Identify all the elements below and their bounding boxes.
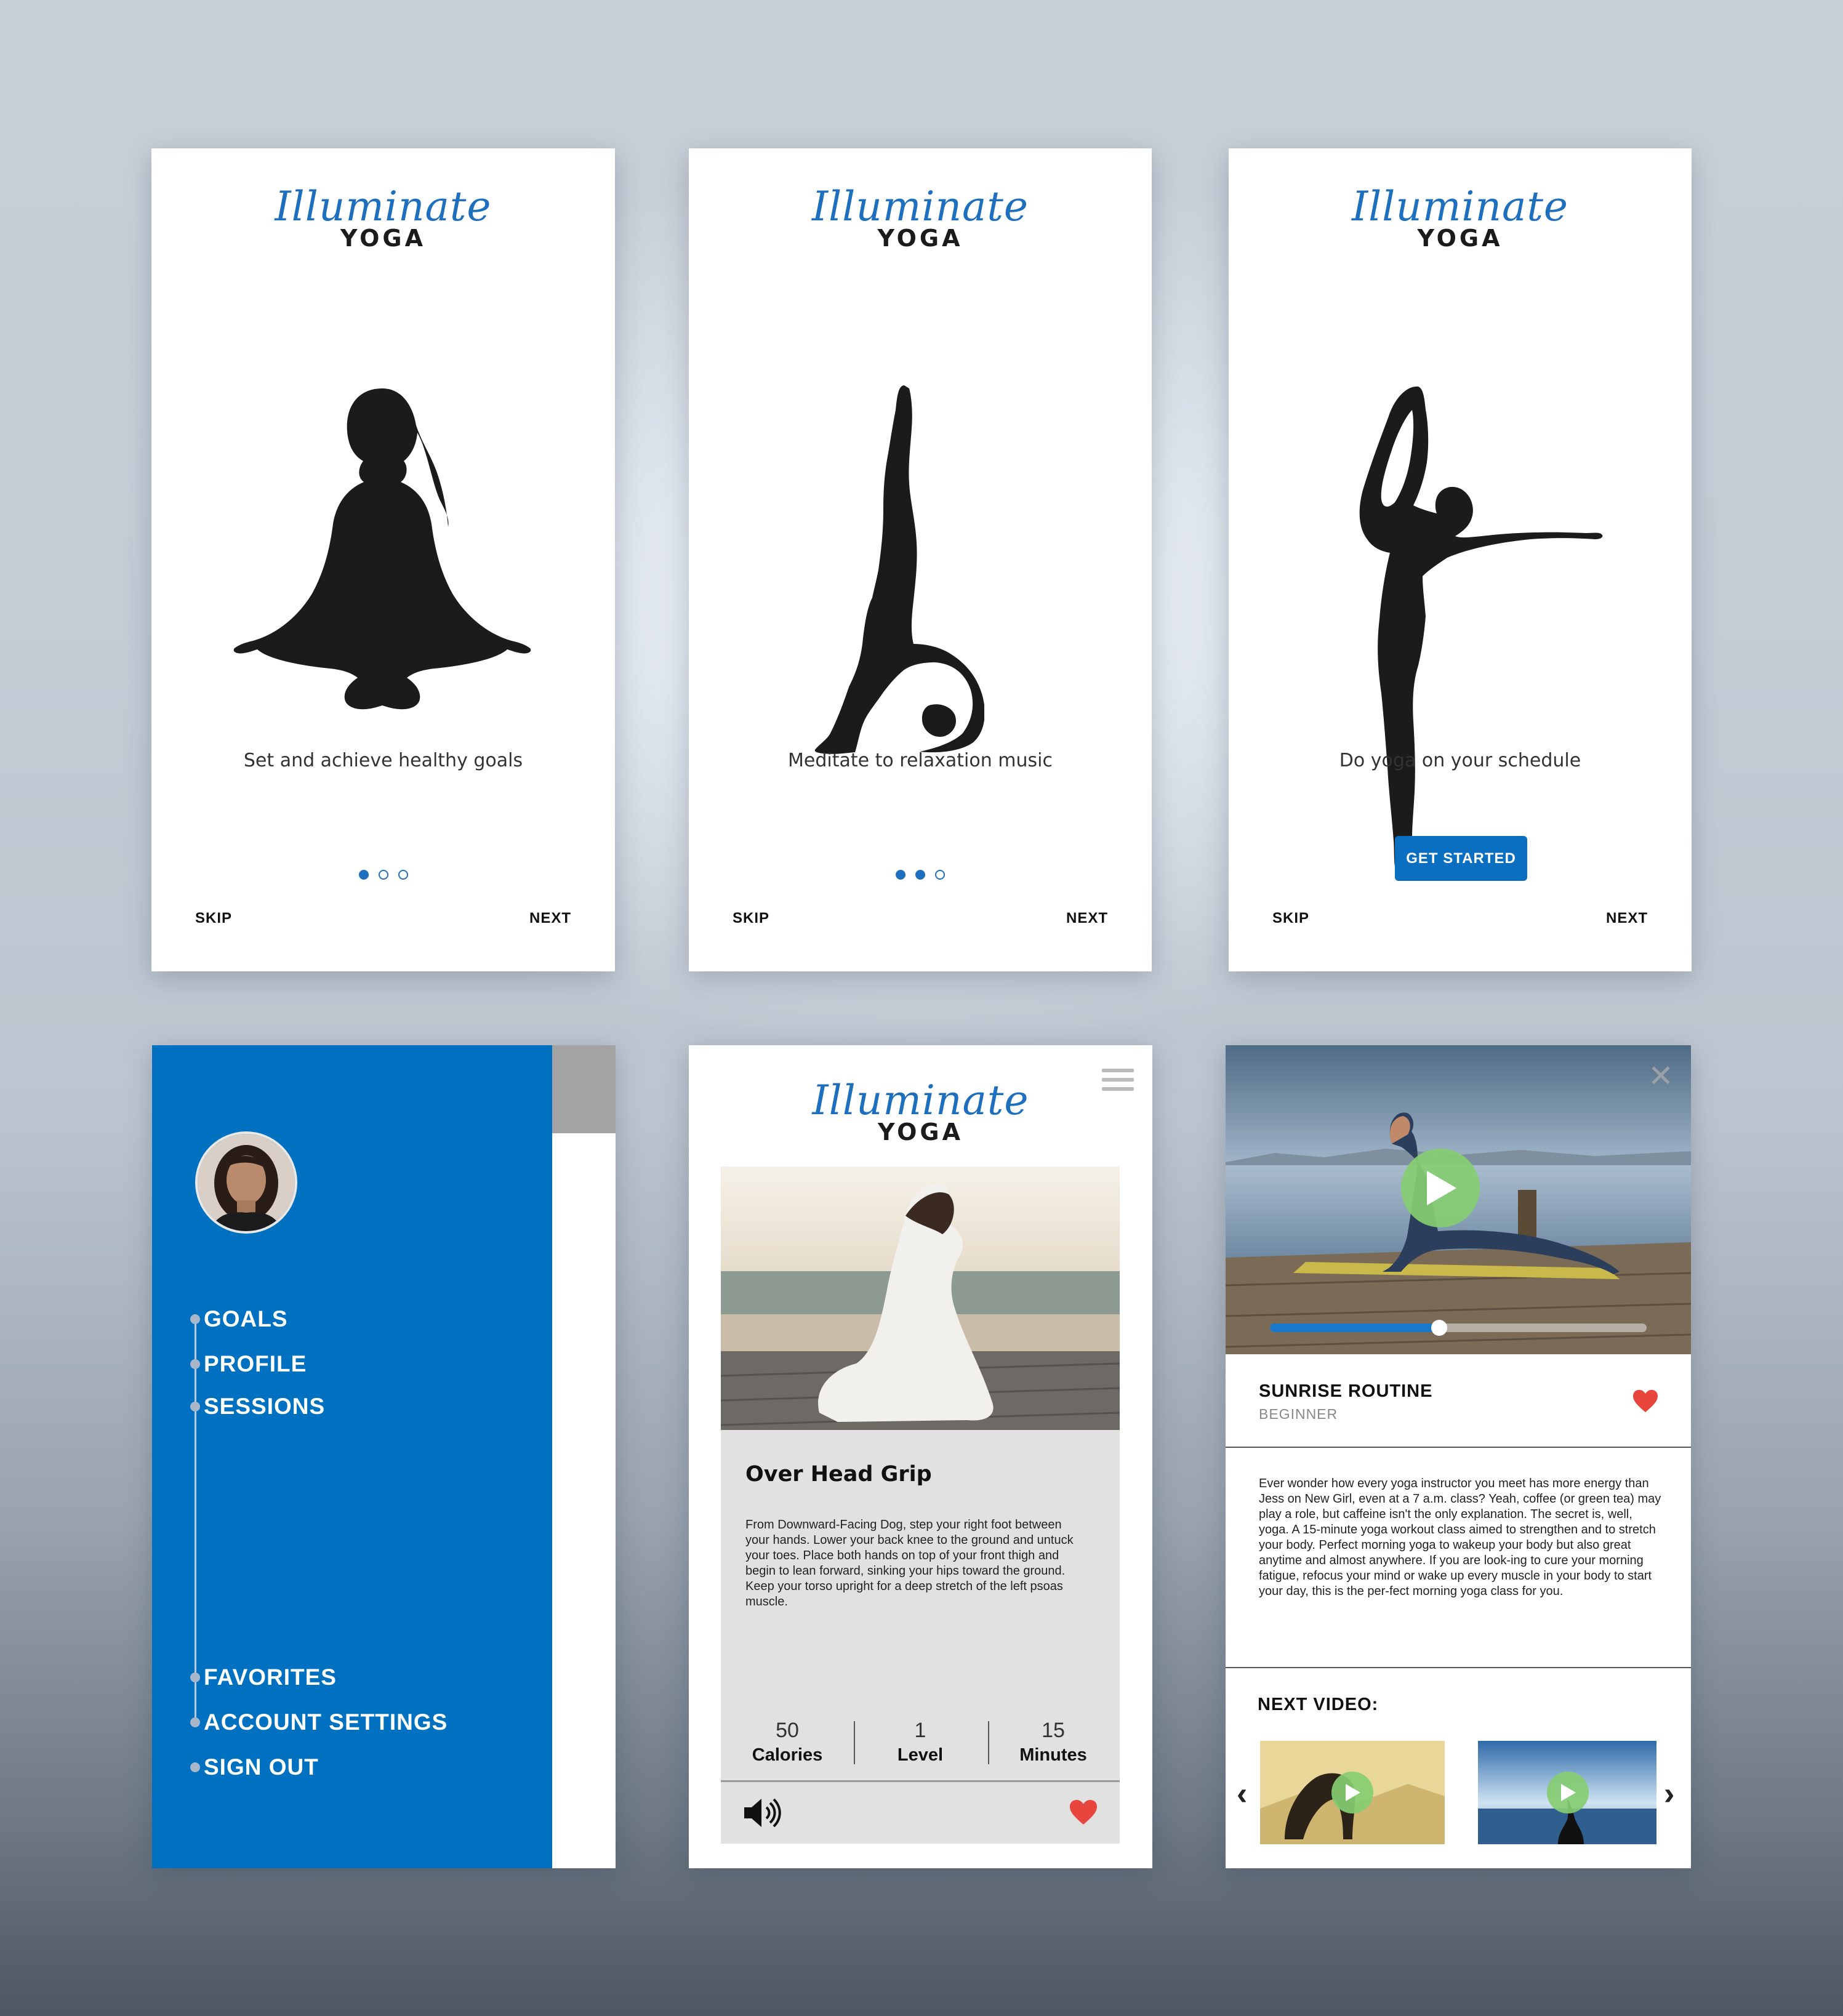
stat-label: Minutes — [1019, 1745, 1087, 1765]
logo-script: Illuminate — [812, 1077, 1029, 1124]
next-button[interactable]: NEXT — [1066, 910, 1108, 927]
logo-script: Illuminate — [275, 183, 492, 230]
next-video-thumbnail-1[interactable] — [1260, 1741, 1445, 1844]
menu-icon[interactable] — [1102, 1069, 1134, 1093]
pager-dot-2[interactable] — [915, 870, 925, 880]
lotus-pose-illustration — [233, 388, 531, 710]
stat-level: 1 Level — [854, 1719, 987, 1765]
heart-icon[interactable] — [1632, 1389, 1659, 1413]
logo-word: YOGA — [340, 225, 427, 252]
next-video-thumbnail-2[interactable] — [1478, 1741, 1656, 1844]
routine-level: BEGINNER — [1259, 1406, 1338, 1422]
onboarding-caption: Do yoga on your schedule — [1339, 750, 1581, 771]
routine-title: SUNRISE ROUTINE — [1259, 1381, 1433, 1401]
play-icon[interactable] — [1547, 1772, 1589, 1813]
divider — [1226, 1667, 1691, 1668]
onboarding-caption: Meditate to relaxation music — [788, 750, 1053, 771]
pager-dot-3[interactable] — [935, 870, 945, 880]
onboarding-screen-3: Illuminate YOGA Do yoga on your schedule… — [1229, 148, 1692, 971]
pose-detail-screen: Illuminate YOGA Over Head Grip From Down… — [689, 1045, 1152, 1868]
menu-item-goals[interactable]: GOALS — [190, 1306, 288, 1332]
menu-bullet — [190, 1314, 200, 1324]
scorpion-pose-illustration — [814, 385, 984, 754]
chevron-right-icon[interactable]: › — [1664, 1778, 1674, 1810]
logo-script: Illuminate — [812, 183, 1029, 230]
stat-value: 1 — [914, 1719, 926, 1742]
next-button[interactable]: NEXT — [529, 910, 571, 927]
menu-item-label: GOALS — [204, 1306, 288, 1331]
onboarding-screen-2: Illuminate YOGA Meditate to relaxation m… — [689, 148, 1152, 971]
next-button[interactable]: NEXT — [1606, 910, 1648, 927]
next-video-label: NEXT VIDEO: — [1258, 1695, 1379, 1714]
pose-description: From Downward-Facing Dog, step your righ… — [745, 1518, 1074, 1608]
menu-item-label: PROFILE — [204, 1351, 307, 1376]
menu-bullet — [190, 1359, 200, 1369]
menu-item-sessions[interactable]: SESSIONS — [190, 1394, 325, 1420]
onboarding-screen-1: Illuminate YOGA Set and achieve healthy … — [151, 148, 615, 971]
menu-item-label: SIGN OUT — [204, 1754, 319, 1780]
pager-dot-3[interactable] — [398, 870, 408, 880]
menu-bullet — [190, 1717, 200, 1727]
divider — [1226, 1447, 1691, 1448]
avatar[interactable] — [195, 1131, 297, 1234]
stat-label: Calories — [752, 1745, 823, 1765]
pager-dot-1[interactable] — [896, 870, 905, 880]
skip-button[interactable]: SKIP — [1272, 910, 1309, 927]
logo-script: Illuminate — [1352, 183, 1568, 230]
pager-dot-1[interactable] — [358, 870, 369, 880]
logo-word: YOGA — [1417, 225, 1503, 252]
app-logo: Illuminate YOGA — [689, 185, 1152, 251]
menu-item-account-settings[interactable]: ACCOUNT SETTINGS — [190, 1709, 448, 1735]
routine-description: Ever wonder how every yoga instructor yo… — [1259, 1477, 1661, 1598]
card-divider — [721, 1780, 1120, 1782]
menu-item-label: SESSIONS — [204, 1394, 326, 1419]
chevron-left-icon[interactable]: ‹ — [1237, 1778, 1247, 1810]
play-icon[interactable] — [1401, 1149, 1480, 1227]
pose-stats — [721, 1824, 1120, 1868]
menu-item-favorites[interactable]: FAVORITES — [190, 1665, 337, 1690]
menu-item-label: ACCOUNT SETTINGS — [204, 1709, 448, 1735]
pager-dot-2[interactable] — [378, 870, 388, 880]
onboarding-caption: Set and achieve healthy goals — [243, 750, 523, 771]
skip-button[interactable]: SKIP — [195, 910, 232, 927]
menu-bullet — [190, 1673, 200, 1682]
stat-calories: 50 Calories — [721, 1719, 854, 1765]
video-player-screen: ✕ SUNRISE ROUTINE BEGINNER Ever wonder h… — [1226, 1045, 1691, 1868]
side-menu-screen: GOALS PROFILE SESSIONS FAVORITES ACCOUNT… — [152, 1045, 616, 1868]
skip-button[interactable]: SKIP — [733, 910, 769, 927]
pager-dots[interactable] — [689, 870, 1152, 883]
pager-dots[interactable] — [151, 870, 615, 883]
menu-bullet — [190, 1762, 200, 1772]
stat-value: 15 — [1042, 1719, 1065, 1742]
app-logo: Illuminate YOGA — [151, 185, 615, 251]
get-started-button[interactable]: GET STARTED — [1395, 836, 1527, 881]
close-icon[interactable]: ✕ — [1648, 1061, 1674, 1091]
stat-value: 50 — [776, 1719, 799, 1742]
menu-bullet — [190, 1402, 200, 1412]
heart-icon[interactable] — [1069, 1799, 1098, 1826]
menu-item-profile[interactable]: PROFILE — [190, 1351, 307, 1377]
stat-minutes: 15 Minutes — [987, 1719, 1120, 1765]
speaker-icon[interactable] — [743, 1796, 782, 1829]
play-icon[interactable] — [1331, 1772, 1373, 1813]
scrollbar-handle[interactable] — [552, 1045, 616, 1133]
progress-fill — [1270, 1323, 1440, 1332]
menu-item-sign-out[interactable]: SIGN OUT — [190, 1754, 319, 1780]
app-logo: Illuminate YOGA — [1229, 185, 1692, 251]
dancer-pose-illustration — [1359, 386, 1603, 881]
menu-item-label: FAVORITES — [204, 1665, 337, 1690]
logo-word: YOGA — [877, 225, 963, 252]
logo-word: YOGA — [877, 1118, 964, 1146]
app-logo: Illuminate YOGA — [689, 1077, 1152, 1146]
avatar-photo — [198, 1134, 295, 1231]
pose-title: Over Head Grip — [745, 1462, 932, 1487]
pose-photo — [721, 1167, 1120, 1430]
stat-label: Level — [897, 1745, 944, 1765]
